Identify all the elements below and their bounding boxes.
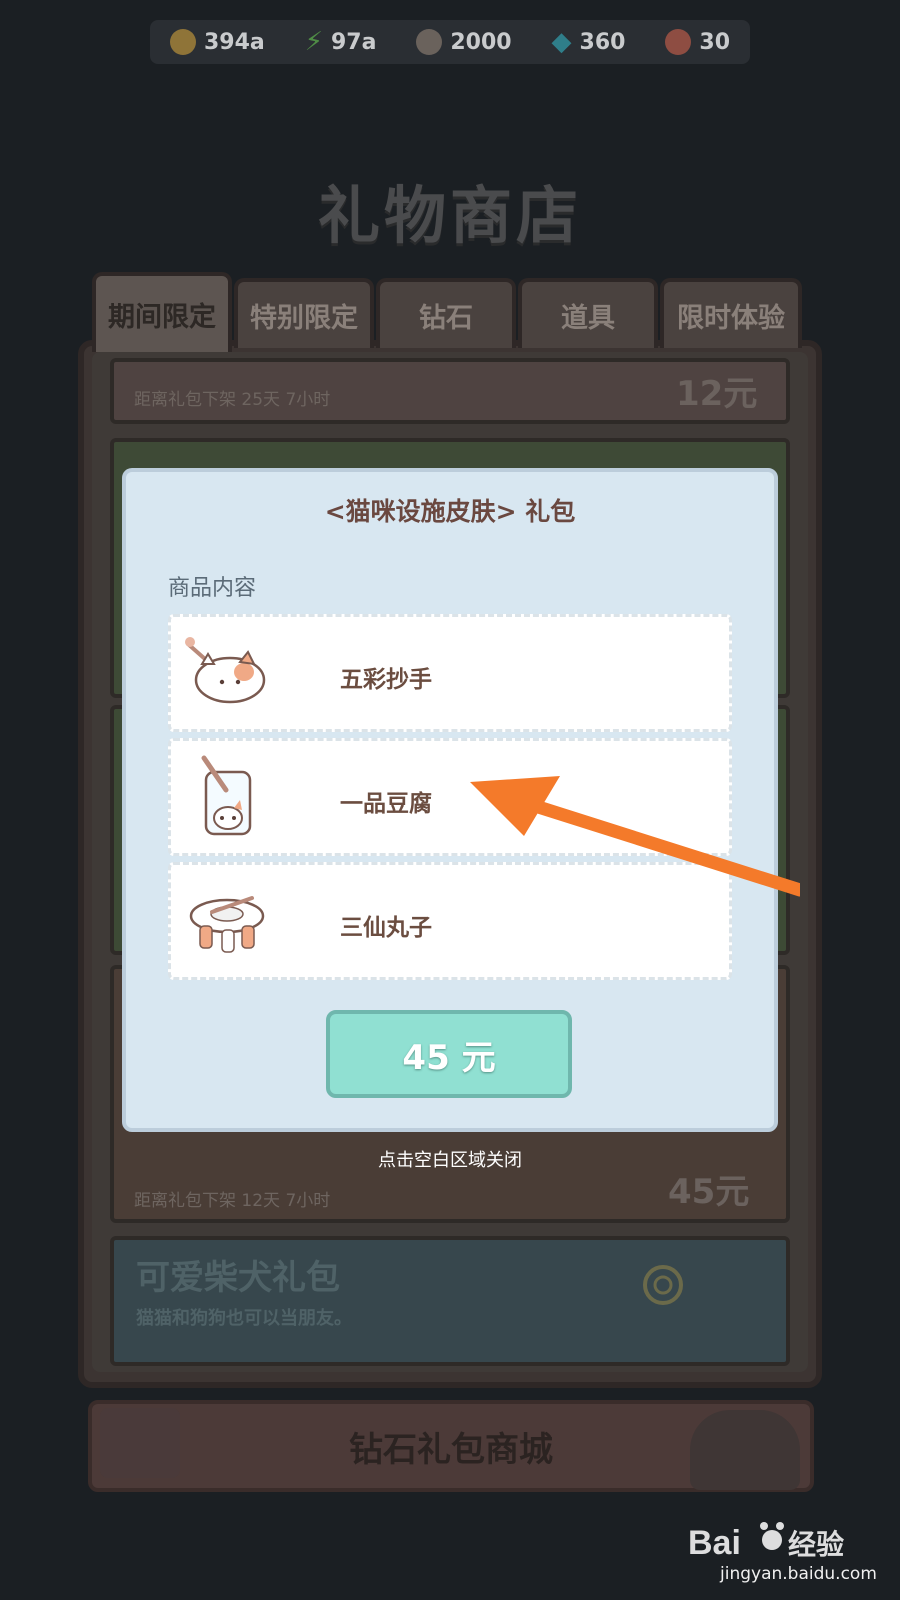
svg-text:经验: 经验: [788, 1528, 844, 1561]
tab-diamond[interactable]: 钻石: [376, 278, 516, 348]
tab-items[interactable]: 道具: [518, 278, 658, 348]
currency-fish[interactable]: 30: [665, 29, 730, 55]
currency-fish-value: 30: [699, 29, 731, 55]
plate-cat-icon: [189, 896, 265, 953]
purchase-price-label: 45 元: [402, 1037, 496, 1078]
pack-top-timer: 距离礼包下架 25天 7小时: [134, 390, 331, 410]
pack-orange-timer: 距离礼包下架 12天 7小时: [134, 1191, 331, 1211]
currency-energy[interactable]: ⚡ 97a: [305, 27, 377, 57]
watermark-url: jingyan.baidu.com: [720, 1564, 877, 1584]
pack-shiba-subtitle: 猫猫和狗狗也可以当朋友。: [136, 1308, 352, 1329]
purchase-price-button[interactable]: 45 元: [326, 1010, 572, 1098]
currency-ticket-value: 2000: [450, 29, 512, 55]
arrow-annotation-icon: [470, 776, 800, 897]
bowl-cat-icon: [185, 637, 266, 704]
energy-icon: ⚡: [304, 27, 323, 57]
tab-timed-trial[interactable]: 限时体验: [660, 278, 802, 348]
diamond-mall-label: 钻石礼包商城: [349, 1429, 553, 1470]
item-name: 三仙丸子: [340, 915, 432, 941]
currency-coin-value: 394a: [203, 29, 265, 55]
diamond-basket-icon: [690, 1410, 800, 1490]
ticket-icon: [416, 29, 443, 55]
item-name: 五彩抄手: [340, 667, 432, 693]
currency-bar: 394a ⚡ 97a 2000 ◆ 360 30: [150, 20, 750, 64]
currency-ticket[interactable]: 2000: [416, 29, 512, 55]
pack-top-price: 12元: [676, 374, 758, 414]
currency-energy-value: 97a: [330, 29, 377, 55]
pack-shiba-title: 可爱柴犬礼包: [136, 1258, 340, 1298]
currency-diamond-value: 360: [579, 29, 626, 55]
baidu-paw-logo: Bai 经验: [688, 1522, 844, 1562]
svg-text:Bai: Bai: [688, 1524, 741, 1562]
tab-limited-period[interactable]: 期间限定: [92, 272, 232, 352]
modal-section-label: 商品内容: [168, 576, 257, 601]
sun-icon: [643, 1265, 683, 1305]
page-title: 礼物商店: [317, 179, 582, 252]
close-hint[interactable]: 点击空白区域关闭: [122, 1146, 778, 1172]
coin-icon: [169, 29, 196, 55]
currency-diamond[interactable]: ◆ 360: [552, 27, 626, 57]
currency-coin[interactable]: 394a: [169, 29, 265, 55]
tab-special-limited[interactable]: 特别限定: [234, 278, 374, 348]
item-name: 一品豆腐: [340, 791, 432, 817]
fish-icon: [665, 29, 692, 55]
treasure-chest-icon: [100, 1408, 180, 1478]
modal-title: <猫咪设施皮肤> 礼包: [324, 497, 576, 526]
diamond-icon: ◆: [551, 27, 572, 57]
cup-cat-icon: [201, 755, 252, 836]
